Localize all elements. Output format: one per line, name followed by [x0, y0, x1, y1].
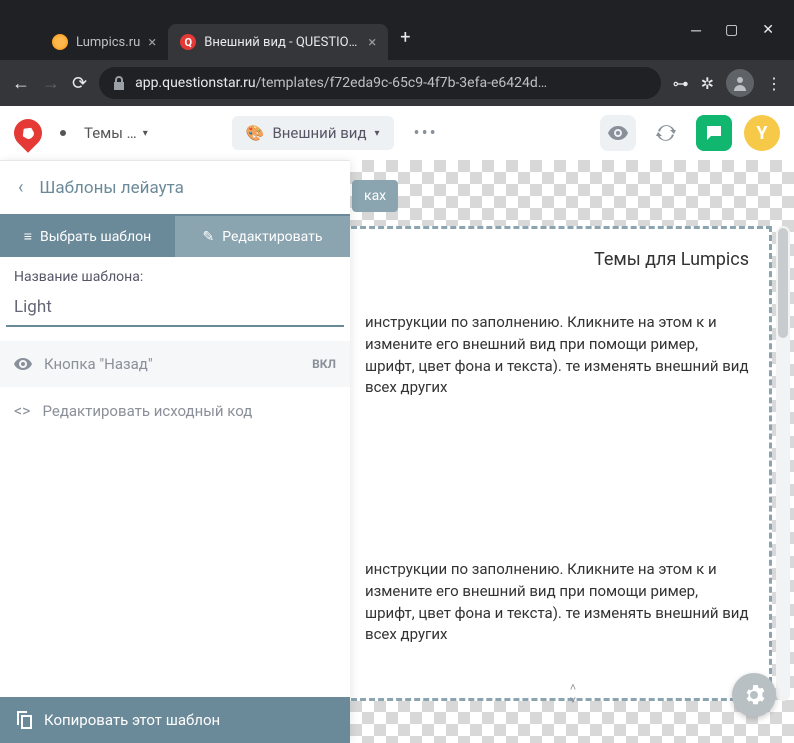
tab-title: Внешний вид - QUESTIONSTAR [204, 35, 360, 50]
tab-title: Lumpics.ru [76, 35, 140, 50]
chat-button[interactable] [696, 115, 732, 151]
breadcrumb-label: Темы … [84, 124, 137, 142]
palette-icon: 🎨 [246, 124, 265, 142]
close-icon[interactable]: × [148, 33, 156, 51]
survey-preview-frame[interactable]: Темы для Lumpics инструкции по заполнени… [342, 226, 772, 701]
back-icon[interactable]: ← [12, 73, 30, 94]
profile-avatar[interactable] [726, 69, 754, 97]
sidebar-header: ‹ Шаблоны лейаута [0, 161, 350, 216]
maximize-icon[interactable]: ▢ [725, 22, 738, 38]
browser-toolbar: ← → ⟳ app.questionstar.ru/templates/f72e… [0, 60, 794, 106]
list-icon: ≡ [24, 228, 32, 245]
tab-select-template[interactable]: ≡ Выбрать шаблон [0, 216, 175, 257]
row-label: Редактировать исходный код [43, 402, 337, 420]
eye-icon [14, 358, 32, 370]
sidebar-panel: ‹ Шаблоны лейаута ≡ Выбрать шаблон ✎ Ред… [0, 160, 350, 743]
sync-button[interactable] [648, 115, 684, 151]
preview-canvas: ках Темы для Lumpics инструкции по запол… [350, 160, 794, 743]
forward-icon: → [42, 73, 60, 94]
preview-button[interactable] [600, 115, 636, 151]
new-tab-button[interactable]: + [388, 27, 422, 48]
chevron-down-icon: ▾ [375, 128, 380, 139]
tab-edit-template[interactable]: ✎ Редактировать [175, 216, 350, 257]
more-options-button[interactable]: ••• [406, 123, 446, 144]
favicon-icon: Q [180, 34, 196, 50]
scroll-thumb[interactable] [778, 228, 788, 338]
address-bar[interactable]: app.questionstar.ru/templates/f72eda9c-6… [99, 67, 661, 99]
sidebar-tabs: ≡ Выбрать шаблон ✎ Редактировать [0, 216, 350, 257]
template-name-label: Название шаблона: [0, 257, 350, 289]
tab-label: Редактировать [222, 229, 322, 245]
vertical-scrollbar[interactable] [776, 226, 790, 701]
row-label: Кнопка "Назад" [44, 355, 300, 373]
browser-tab-active[interactable]: Q Внешний вид - QUESTIONSTAR × [168, 24, 388, 60]
survey-title: Темы для Lumpics [365, 249, 749, 270]
favicon-icon [52, 34, 68, 50]
pencil-icon: ✎ [202, 229, 214, 245]
view-mode-button[interactable]: 🎨 Внешний вид ▾ [232, 116, 394, 150]
key-icon[interactable]: ⊶ [673, 74, 689, 93]
main-area: ‹ Шаблоны лейаута ≡ Выбрать шаблон ✎ Ред… [0, 160, 794, 743]
row-edit-source-code[interactable]: <> Редактировать исходный код [0, 387, 350, 434]
sidebar-title: Шаблоны лейаута [39, 178, 184, 198]
close-window-icon[interactable]: ✕ [762, 22, 774, 38]
menu-icon[interactable]: ⋮ [766, 74, 782, 93]
copy-template-button[interactable]: Копировать этот шаблон [0, 697, 350, 743]
view-mode-label: Внешний вид [272, 124, 366, 142]
browser-tab-inactive[interactable]: Lumpics.ru × [40, 24, 168, 60]
breadcrumb-separator [60, 130, 66, 136]
template-name-input[interactable] [6, 289, 344, 327]
code-icon: <> [14, 401, 31, 420]
settings-fab[interactable] [732, 673, 776, 717]
row-back-button-setting[interactable]: Кнопка "Назад" ВКЛ [0, 341, 350, 387]
url-text: app.questionstar.ru/templates/f72eda9c-6… [135, 75, 547, 91]
language-chip[interactable]: ках [352, 180, 398, 212]
user-avatar[interactable]: Y [744, 115, 780, 151]
survey-paragraph: инструкции по заполнению. Кликните на эт… [365, 559, 749, 646]
close-icon[interactable]: × [368, 33, 376, 51]
reload-icon[interactable]: ⟳ [72, 73, 87, 94]
browser-tab-strip: Lumpics.ru × Q Внешний вид - QUESTIONSTA… [0, 14, 794, 60]
copy-icon [16, 711, 32, 729]
resize-indicator-icon: ˄˅ [570, 681, 574, 707]
window-controls: ─ ▢ ✕ [671, 0, 794, 60]
app-toolbar: Темы … ▾ 🎨 Внешний вид ▾ ••• Y [0, 106, 794, 160]
extension-icon[interactable]: ✲ [701, 74, 714, 93]
lock-icon [113, 76, 125, 90]
toggle-state-badge: ВКЛ [312, 357, 336, 371]
minimize-icon[interactable]: ─ [691, 22, 701, 39]
chevron-down-icon: ▾ [143, 128, 148, 139]
app-logo-icon[interactable] [8, 113, 48, 153]
back-chevron-icon[interactable]: ‹ [18, 177, 23, 198]
tab-label: Выбрать шаблон [40, 229, 151, 245]
survey-paragraph: инструкции по заполнению. Кликните на эт… [365, 312, 749, 399]
copy-template-label: Копировать этот шаблон [44, 711, 220, 729]
breadcrumb-themes[interactable]: Темы … ▾ [84, 124, 148, 142]
